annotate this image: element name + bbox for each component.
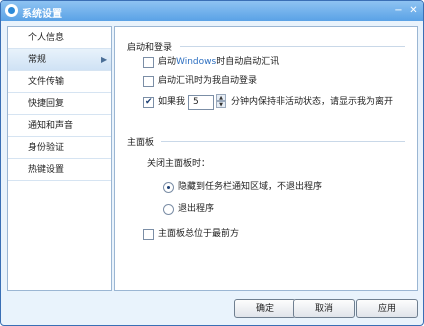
sidebar-item-label: 身份验证 <box>28 143 65 153</box>
exit-program-radio[interactable] <box>163 204 174 215</box>
idle-minutes-stepper[interactable]: ▲ ▼ <box>216 94 226 109</box>
exit-program-option[interactable]: 退出程序 <box>163 201 283 217</box>
auto-login-option[interactable]: 启动汇讯时为我自动登录 <box>143 73 403 89</box>
close-button[interactable]: ✕ <box>406 4 421 17</box>
hide-to-tray-radio[interactable] <box>163 182 174 193</box>
idle-minutes-input[interactable]: 5 <box>188 95 214 110</box>
auto-start-checkbox[interactable] <box>143 57 154 68</box>
hide-to-tray-option[interactable]: 隐藏到任务栏通知区域，不退出程序 <box>163 179 393 195</box>
apply-button[interactable]: 应用 <box>356 299 418 318</box>
section-divider <box>180 46 405 47</box>
settings-sidebar: 个人信息 常规 ▶ 文件传输 快捷回复 通知和声音 身份验证 热键设置 <box>7 26 112 291</box>
sidebar-item-general[interactable]: 常规 ▶ <box>8 49 111 71</box>
always-on-top-option[interactable]: 主面板总位于最前方 <box>143 226 303 242</box>
sidebar-item-label: 文件传输 <box>28 77 65 87</box>
sidebar-item-label: 个人信息 <box>28 33 65 43</box>
section-title-startup: 启动和登录 <box>127 43 173 53</box>
auto-start-label: 启动Windows时自动启动汇讯 <box>158 57 280 67</box>
sidebar-item-verification[interactable]: 身份验证 <box>8 137 111 159</box>
section-title-main-panel: 主面板 <box>127 138 155 148</box>
sidebar-item-notifications[interactable]: 通知和声音 <box>8 115 111 137</box>
ok-button[interactable]: 确定 <box>234 299 296 318</box>
stepper-down-icon[interactable]: ▼ <box>216 101 226 108</box>
sidebar-item-personal-info[interactable]: 个人信息 <box>8 27 111 49</box>
hide-to-tray-label: 隐藏到任务栏通知区域，不退出程序 <box>178 182 323 192</box>
section-divider <box>161 141 405 142</box>
sidebar-item-label: 快捷回复 <box>28 99 65 109</box>
window-title: 系统设置 <box>22 9 62 20</box>
stepper-up-icon[interactable]: ▲ <box>216 94 226 101</box>
exit-program-label: 退出程序 <box>178 204 215 214</box>
auto-start-option[interactable]: 启动Windows时自动启动汇讯 <box>143 54 403 70</box>
sidebar-item-quick-reply[interactable]: 快捷回复 <box>8 93 111 115</box>
always-on-top-label: 主面板总位于最前方 <box>158 229 240 239</box>
idle-away-option[interactable]: 如果我 5 ▲ ▼ 分钟内保持非活动状态，请显示我为离开 <box>143 94 413 110</box>
always-on-top-checkbox[interactable] <box>143 229 154 240</box>
idle-away-label-prefix: 如果我 <box>158 97 186 107</box>
on-close-label: 关闭主面板时： <box>147 159 211 169</box>
sidebar-item-label: 常规 <box>28 55 47 65</box>
title-bar[interactable]: 系统设置 − ✕ <box>1 1 423 21</box>
auto-login-label: 启动汇讯时为我自动登录 <box>158 76 258 86</box>
settings-window: 系统设置 − ✕ 个人信息 常规 ▶ 文件传输 快捷回复 通知和声音 身份验证 热… <box>0 0 424 326</box>
idle-minutes-value: 5 <box>193 97 199 107</box>
sidebar-item-label: 热键设置 <box>28 165 65 175</box>
idle-away-checkbox[interactable] <box>143 94 154 110</box>
cancel-button[interactable]: 取消 <box>293 299 355 318</box>
sidebar-item-hotkeys[interactable]: 热键设置 <box>8 159 111 181</box>
app-icon <box>5 4 18 17</box>
chevron-right-icon: ▶ <box>101 55 108 64</box>
minimize-button[interactable]: − <box>391 4 406 17</box>
auto-login-checkbox[interactable] <box>143 76 154 87</box>
idle-away-label-suffix: 分钟内保持非活动状态，请显示我为离开 <box>231 97 394 107</box>
sidebar-item-label: 通知和声音 <box>28 121 74 131</box>
settings-content: 启动和登录 启动Windows时自动启动汇讯 启动汇讯时为我自动登录 如果我 5… <box>114 26 418 291</box>
sidebar-item-file-transfer[interactable]: 文件传输 <box>8 71 111 93</box>
